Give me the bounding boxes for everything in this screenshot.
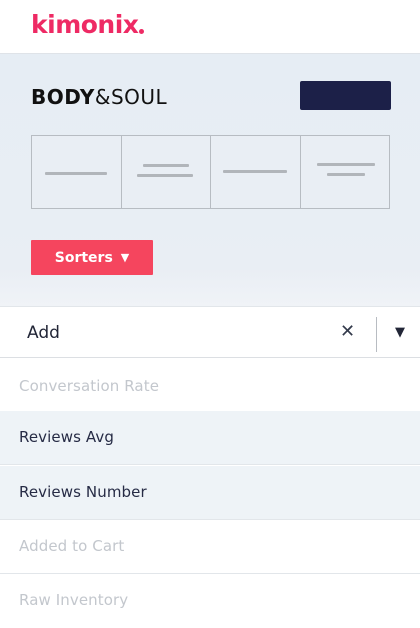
sorter-select[interactable]: Add ✕ ▼ <box>0 306 420 358</box>
align-full-button[interactable] <box>32 136 122 208</box>
option-label: Added to Cart <box>19 537 125 555</box>
alignment-selector <box>31 135 390 209</box>
option-raw-inventory: Raw Inventory <box>0 574 420 628</box>
clear-icon[interactable]: ✕ <box>340 321 355 342</box>
option-label: Conversation Rate <box>19 377 160 395</box>
align-line-icon <box>326 173 365 176</box>
option-reviews-avg[interactable]: Reviews Avg <box>0 411 420 465</box>
select-value: Add <box>27 323 60 343</box>
align-line-icon <box>136 174 193 177</box>
select-separator <box>376 317 377 352</box>
sorters-button[interactable]: Sorters ▼ <box>31 240 153 275</box>
align-line-icon <box>45 172 107 175</box>
brand-amp: & <box>94 85 111 109</box>
chevron-down-icon[interactable]: ▼ <box>395 325 405 340</box>
sorters-label: Sorters <box>54 249 113 266</box>
top-bar: kimonix <box>0 0 420 54</box>
dark-action-button[interactable] <box>300 81 391 110</box>
option-label: Raw Inventory <box>19 591 129 609</box>
align-line-icon <box>316 163 375 166</box>
store-brand-logo: BODY&SOUL <box>31 85 167 109</box>
logo-text: kimoni <box>31 10 123 39</box>
align-center-button[interactable] <box>122 136 211 208</box>
align-left-button[interactable] <box>211 136 301 208</box>
align-line-icon <box>142 164 189 167</box>
option-label: Reviews Number <box>19 483 147 501</box>
kimonix-logo: kimonix <box>31 10 144 39</box>
option-added-to-cart: Added to Cart <box>0 520 420 574</box>
brand-bold: BODY <box>31 85 95 109</box>
option-label: Reviews Avg <box>19 428 114 446</box>
option-conversation-rate: Conversation Rate <box>0 360 420 414</box>
caret-down-icon: ▼ <box>120 251 130 264</box>
logo-x-mark: x <box>122 10 144 39</box>
option-reviews-number[interactable]: Reviews Number <box>0 466 420 520</box>
align-line-icon <box>223 170 287 173</box>
align-right-button[interactable] <box>301 136 390 208</box>
sorter-dropdown: Add ✕ ▼ Conversation Rate Reviews Avg Re… <box>0 306 420 612</box>
brand-light: SOUL <box>110 85 168 109</box>
